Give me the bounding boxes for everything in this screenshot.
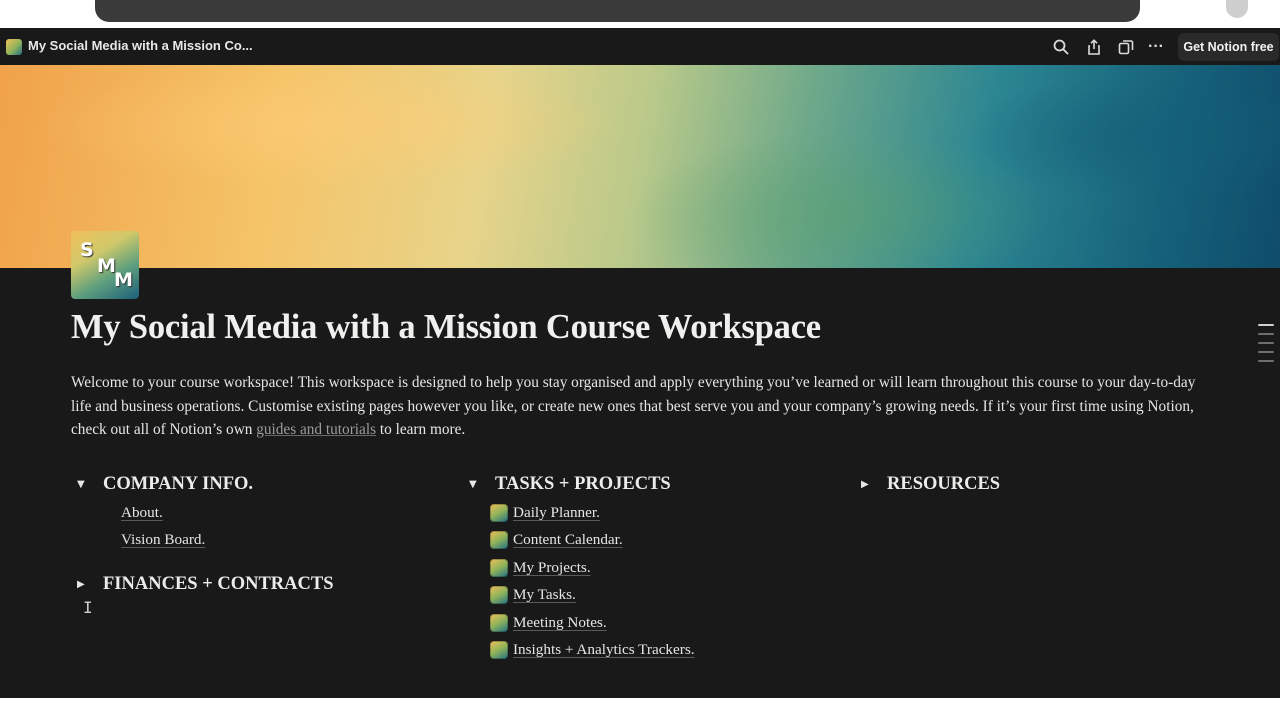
page-link-label: My Projects. (513, 559, 591, 576)
toggle-tasks-projects[interactable]: ▼ TASKS + PROJECTS (469, 474, 671, 495)
toggle-resources[interactable]: ▶ RESOURCES (861, 474, 1000, 495)
table-of-contents-indicator[interactable] (1258, 324, 1274, 369)
page-link-label: Daily Planner. (513, 504, 600, 521)
page-link-label: About. (121, 504, 163, 521)
bottom-strip (0, 698, 1280, 720)
share-icon[interactable] (1084, 37, 1104, 57)
intro-paragraph[interactable]: Welcome to your course workspace! This w… (71, 371, 1211, 442)
topbar: My Social Media with a Mission Co... ···… (0, 28, 1280, 65)
more-icon[interactable]: ··· (1146, 37, 1166, 57)
page-title[interactable]: My Social Media with a Mission Course Wo… (71, 308, 821, 347)
search-icon[interactable] (1051, 37, 1071, 57)
page-link-label: Vision Board. (121, 531, 206, 548)
toggle-collapsed-icon[interactable]: ▶ (77, 579, 89, 590)
notes-icon (490, 614, 508, 632)
projects-icon (490, 559, 508, 577)
page-icon-letter-s: S (80, 239, 94, 261)
toggle-collapsed-icon[interactable]: ▶ (861, 479, 873, 490)
toggle-company-info[interactable]: ▼ COMPANY INFO. (77, 474, 253, 495)
text-cursor-icon: I (83, 598, 93, 617)
guides-link[interactable]: guides and tutorials (256, 421, 376, 438)
toggle-heading-finances: FINANCES + CONTRACTS (103, 574, 334, 594)
toggle-finances-contracts[interactable]: ▶ FINANCES + CONTRACTS (77, 574, 334, 595)
page-link-label: Meeting Notes. (513, 614, 607, 631)
duplicate-icon[interactable] (1116, 37, 1136, 57)
page-link-my-tasks[interactable]: My Tasks. (490, 586, 576, 604)
toggle-heading-company-info: COMPANY INFO. (103, 474, 254, 494)
page-link-meeting-notes[interactable]: Meeting Notes. (490, 614, 607, 632)
calendar-icon (490, 531, 508, 549)
page-link-insights-trackers[interactable]: Insights + Analytics Trackers. (490, 641, 695, 659)
intro-text-end: to learn more. (376, 421, 466, 438)
page-icon[interactable]: S M M (71, 231, 139, 299)
page-link-vision-board[interactable]: Vision Board. (121, 531, 205, 549)
page-favicon-icon (6, 39, 22, 55)
page-link-daily-planner[interactable]: Daily Planner. (490, 504, 600, 522)
browser-profile-button[interactable] (1226, 0, 1248, 18)
toggle-heading-tasks: TASKS + PROJECTS (495, 474, 671, 494)
planner-icon (490, 504, 508, 522)
page-link-label: Insights + Analytics Trackers. (513, 641, 695, 658)
intro-text: Welcome to your course workspace! This w… (71, 374, 1196, 438)
page-link-label: My Tasks. (513, 586, 576, 603)
get-notion-free-button[interactable]: Get Notion free (1178, 33, 1279, 61)
browser-chrome (0, 0, 1280, 28)
window-title[interactable]: My Social Media with a Mission Co... (28, 38, 253, 53)
page-link-my-projects[interactable]: My Projects. (490, 559, 591, 577)
page-link-about[interactable]: About. (121, 504, 163, 522)
notion-window: My Social Media with a Mission Co... ···… (0, 28, 1280, 698)
page-icon-letter-m2: M (114, 269, 133, 291)
page-link-label: Content Calendar. (513, 531, 623, 548)
tasks-icon (490, 586, 508, 604)
analytics-icon (490, 641, 508, 659)
toggle-expanded-icon[interactable]: ▼ (469, 479, 481, 490)
page-link-content-calendar[interactable]: Content Calendar. (490, 531, 623, 549)
browser-address-bar[interactable] (95, 0, 1140, 22)
toggle-expanded-icon[interactable]: ▼ (77, 479, 89, 490)
cover-image (0, 65, 1280, 268)
toggle-heading-resources: RESOURCES (887, 474, 1001, 494)
